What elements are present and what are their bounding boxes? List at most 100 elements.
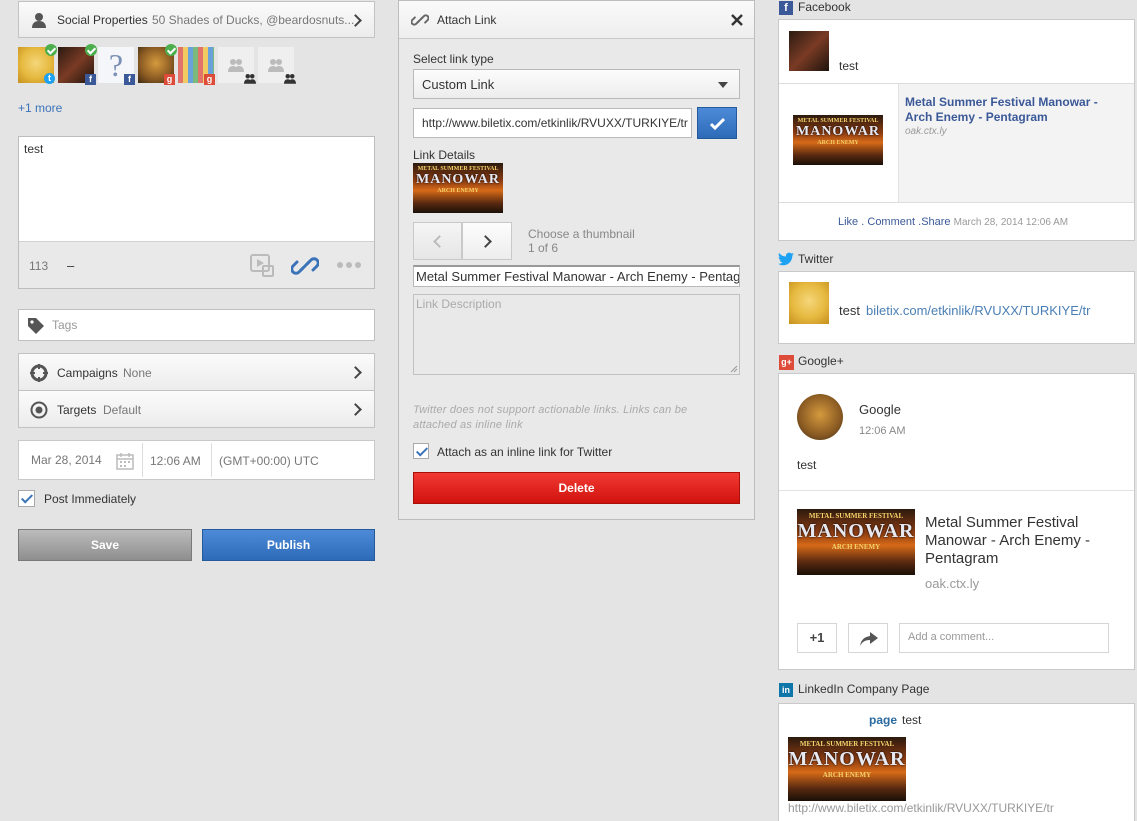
poster-line1: METAL SUMMER FESTIVAL [799, 740, 895, 748]
close-icon[interactable] [731, 14, 743, 26]
linkedin-preview: page test METAL SUMMER FESTIVAL MANOWAR … [778, 703, 1135, 821]
twitter-link[interactable]: biletix.com/etkinlik/RVUXX/TURKIYE/tr [866, 303, 1090, 318]
publish-button[interactable]: Publish [202, 529, 375, 561]
social-properties-label: Social Properties [57, 13, 148, 27]
poster-line1: METAL SUMMER FESTIVAL [808, 512, 904, 520]
selected-check-icon [45, 44, 57, 56]
selected-check-icon [85, 44, 97, 56]
poster-line2: MANOWAR [788, 748, 906, 770]
facebook-actions: Like . Comment .Share March 28, 2014 12:… [838, 216, 1068, 228]
social-properties-selector[interactable]: Social Properties 50 Shades of Ducks, @b… [18, 1, 375, 38]
action-separator: . [861, 216, 865, 228]
googleplus-name: Google [859, 402, 901, 417]
shortener-dash: – [67, 258, 75, 273]
url-value: http://www.biletix.com/etkinlik/RVUXX/TU… [422, 116, 688, 130]
googleplus-icon: g [204, 74, 215, 85]
save-button[interactable]: Save [18, 529, 192, 561]
googleplus-share-button[interactable] [848, 623, 888, 653]
media-icon[interactable] [249, 252, 275, 278]
chevron-right-icon [349, 366, 362, 379]
facebook-preview-label: Facebook [798, 0, 851, 14]
inline-link-checkbox[interactable] [413, 443, 429, 459]
selected-check-icon [165, 44, 177, 56]
facebook-comment-link[interactable]: Comment [867, 216, 915, 228]
linkedin-preview-label: LinkedIn Company Page [798, 682, 930, 696]
googleplus-comment-input[interactable]: Add a comment... [899, 623, 1109, 653]
choose-thumbnail-label: Choose a thumbnail [528, 227, 635, 241]
plus-one-button[interactable]: +1 [797, 623, 837, 653]
link-type-select[interactable]: Custom Link [413, 69, 740, 99]
link-icon[interactable] [291, 252, 319, 280]
tags-field[interactable]: Tags [18, 309, 375, 341]
facebook-share-link[interactable]: Share [921, 216, 950, 228]
group-network-icon [284, 74, 296, 84]
link-type-value: Custom Link [422, 77, 495, 92]
resize-handle-icon[interactable] [730, 365, 738, 373]
poster-line2: MANOWAR [796, 124, 880, 139]
chevron-left-icon [433, 235, 446, 248]
confirm-url-button[interactable] [697, 107, 737, 139]
link-details-label: Link Details [413, 148, 476, 162]
googleplus-link-title[interactable]: Metal Summer Festival Manowar - Arch Ene… [925, 514, 1115, 568]
date-field[interactable]: Mar 28, 2014 [31, 453, 102, 467]
poster-line3: ARCH ENEMY [817, 140, 859, 146]
targets-value: Default [103, 403, 142, 417]
facebook-icon: f [124, 74, 135, 85]
comment-placeholder: Add a comment... [908, 631, 995, 643]
divider [211, 443, 212, 477]
googleplus-preview-label: Google+ [798, 354, 844, 368]
group-network-icon [244, 74, 256, 84]
campaigns-label: Campaigns [57, 366, 118, 380]
facebook-avatar [789, 31, 829, 71]
thumbnail-prev-button[interactable] [413, 222, 462, 260]
message-textarea[interactable]: test [19, 137, 374, 241]
attach-link-panel: Attach Link Select link type Custom Link… [398, 0, 755, 520]
facebook-link-title[interactable]: Metal Summer Festival Manowar - Arch Ene… [905, 95, 1115, 125]
twitter-preview: test biletix.com/etkinlik/RVUXX/TURKIYE/… [778, 271, 1135, 344]
facebook-like-link[interactable]: Like [838, 216, 858, 228]
campaigns-value: None [123, 366, 152, 380]
googleplus-text: test [797, 458, 817, 472]
facebook-icon: f [779, 1, 793, 15]
chevron-right-icon [349, 403, 362, 416]
delete-button[interactable]: Delete [413, 472, 740, 504]
group-icon [228, 59, 244, 72]
timezone-field[interactable]: (GMT+00:00) UTC [219, 454, 319, 468]
poster-line3: ARCH ENEMY [831, 543, 881, 551]
poster-line3: ARCH ENEMY [437, 188, 479, 194]
googleplus-link-thumbnail: METAL SUMMER FESTIVAL MANOWAR ARCH ENEMY [797, 509, 915, 575]
time-field[interactable]: 12:06 AM [150, 454, 201, 468]
campaigns-row[interactable]: Campaigns None [18, 353, 375, 391]
link-description-textarea[interactable]: Link Description [413, 294, 740, 375]
link-title-value: Metal Summer Festival Manowar - Arch Ene… [416, 269, 740, 284]
linkedin-url[interactable]: http://www.biletix.com/etkinlik/RVUXX/TU… [788, 801, 1054, 815]
dropdown-arrow-icon [718, 82, 728, 88]
linkedin-page-link[interactable]: page [869, 713, 897, 727]
poster-line2: MANOWAR [416, 172, 500, 187]
calendar-icon[interactable] [116, 452, 134, 470]
twitter-text: test [839, 303, 860, 318]
targets-row[interactable]: Targets Default [18, 390, 375, 428]
poster-line2: MANOWAR [797, 520, 915, 542]
linkedin-icon: in [779, 683, 793, 697]
facebook-link-thumbnail: METAL SUMMER FESTIVAL MANOWAR ARCH ENEMY [793, 115, 883, 165]
poster-line3: ARCH ENEMY [822, 771, 872, 779]
thumbnail-count: 1 of 6 [528, 241, 559, 255]
facebook-post-text: test [839, 59, 859, 73]
twitter-bird-icon [778, 252, 794, 266]
group-icon [268, 59, 284, 72]
url-input[interactable]: http://www.biletix.com/etkinlik/RVUXX/TU… [413, 108, 692, 138]
googleplus-time: 12:06 AM [859, 425, 906, 437]
twitter-note: Twitter does not support actionable link… [413, 404, 688, 431]
more-options-icon[interactable] [337, 262, 363, 268]
linkedin-text: test [902, 713, 922, 727]
facebook-link-card[interactable]: METAL SUMMER FESTIVAL MANOWAR ARCH ENEMY… [779, 83, 1134, 203]
chevron-right-icon [479, 235, 492, 248]
select-link-type-label: Select link type [413, 52, 494, 66]
link-title-input[interactable]: Metal Summer Festival Manowar - Arch Ene… [413, 265, 740, 287]
facebook-link-info: Metal Summer Festival Manowar - Arch Ene… [899, 84, 1134, 202]
thumbnail-next-button[interactable] [462, 222, 512, 260]
attach-link-header: Attach Link [399, 1, 754, 39]
post-immediately-checkbox[interactable] [18, 490, 35, 507]
more-link[interactable]: +1 more [18, 101, 62, 115]
